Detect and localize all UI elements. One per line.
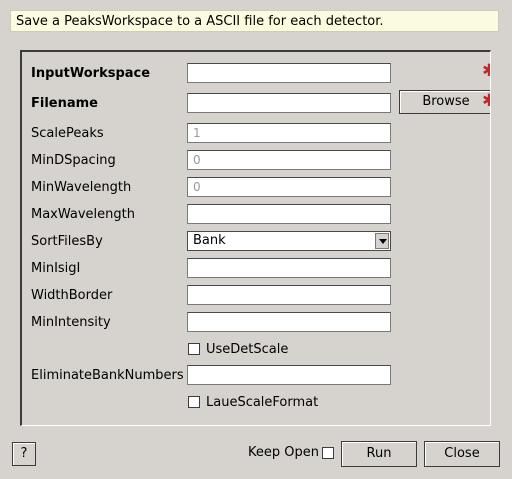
input-workspace-label: InputWorkspace (31, 66, 151, 81)
use-det-scale-checkbox[interactable] (188, 343, 200, 355)
sort-files-by-select[interactable]: Bank (187, 231, 391, 251)
max-wavelength-field[interactable] (187, 204, 391, 224)
min-d-spacing-field[interactable]: 0 (187, 150, 391, 170)
laue-scale-format-label: LaueScaleFormat (206, 395, 319, 410)
eliminate-bank-numbers-field[interactable] (187, 365, 391, 385)
row-use-det-scale: UseDetScale (22, 339, 490, 361)
help-button[interactable]: ? (12, 442, 36, 466)
keep-open-checkbox[interactable] (322, 447, 334, 459)
properties-panel: InputWorkspace ✱ Filename Browse ✱ Scale… (20, 50, 491, 426)
row-min-isig-i: MinIsigI (22, 258, 490, 280)
row-min-wavelength: MinWavelength 0 (22, 177, 490, 199)
keep-open-label: Keep Open (248, 445, 319, 460)
row-scale-peaks: ScalePeaks 1 (22, 123, 490, 145)
width-border-label: WidthBorder (31, 288, 113, 303)
width-border-field[interactable] (187, 285, 391, 305)
sort-files-by-label: SortFilesBy (31, 234, 103, 249)
row-eliminate-bank-numbers: EliminateBankNumbers (22, 365, 490, 387)
run-button[interactable]: Run (341, 441, 417, 467)
required-star-icon: ✱ (482, 61, 490, 81)
sort-files-by-value: Bank (193, 233, 226, 248)
row-min-d-spacing: MinDSpacing 0 (22, 150, 490, 172)
laue-scale-format-checkbox[interactable] (188, 396, 200, 408)
algorithm-description: Save a PeaksWorkspace to a ASCII file fo… (10, 10, 499, 32)
row-filename: Filename Browse ✱ (22, 90, 490, 115)
min-wavelength-label: MinWavelength (31, 180, 132, 195)
max-wavelength-label: MaxWavelength (31, 207, 135, 222)
row-laue-scale-format: LaueScaleFormat (22, 392, 490, 414)
scale-peaks-field[interactable]: 1 (187, 123, 391, 143)
input-workspace-field[interactable] (187, 63, 391, 83)
min-d-spacing-label: MinDSpacing (31, 153, 116, 168)
min-wavelength-field[interactable]: 0 (187, 177, 391, 197)
row-max-wavelength: MaxWavelength (22, 204, 490, 226)
min-isig-i-field[interactable] (187, 258, 391, 278)
required-star-icon: ✱ (482, 91, 490, 111)
scale-peaks-label: ScalePeaks (31, 126, 104, 141)
min-intensity-label: MinIntensity (31, 315, 111, 330)
chevron-down-icon[interactable] (375, 233, 389, 249)
filename-field[interactable] (187, 93, 391, 113)
row-sort-files-by: SortFilesBy Bank (22, 231, 490, 253)
min-intensity-field[interactable] (187, 312, 391, 332)
row-min-intensity: MinIntensity (22, 312, 490, 334)
browse-button[interactable]: Browse (399, 90, 490, 114)
row-input-workspace: InputWorkspace ✱ (22, 61, 490, 85)
filename-label: Filename (31, 96, 98, 111)
row-width-border: WidthBorder (22, 285, 490, 307)
min-isig-i-label: MinIsigI (31, 261, 81, 276)
close-button[interactable]: Close (424, 441, 500, 467)
eliminate-bank-numbers-label: EliminateBankNumbers (31, 368, 184, 383)
use-det-scale-label: UseDetScale (206, 342, 289, 357)
